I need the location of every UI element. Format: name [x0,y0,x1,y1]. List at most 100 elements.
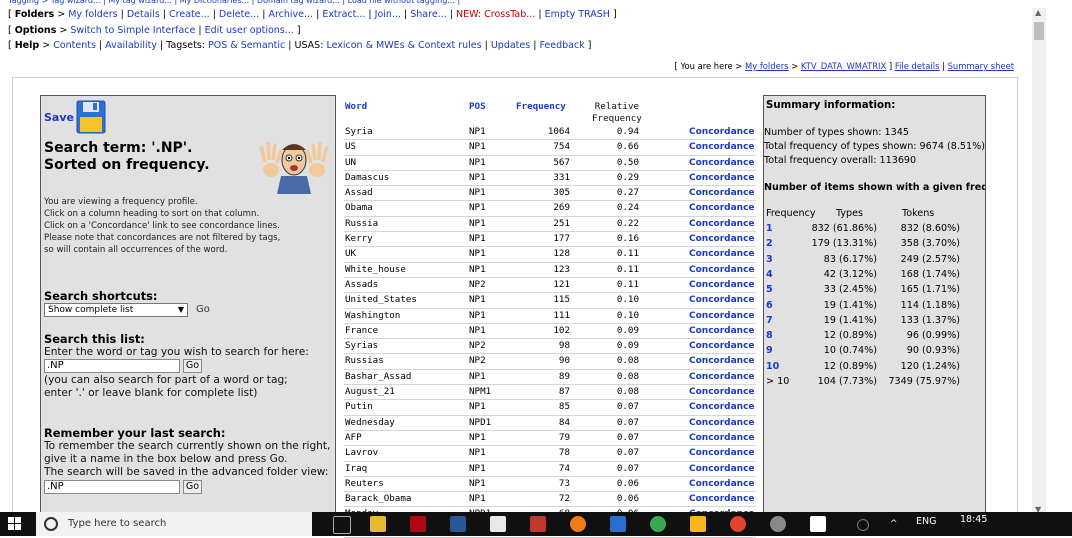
save-link[interactable]: Save [44,111,74,124]
concordance-link[interactable]: Concordance [689,156,755,170]
word-cell: Obama [345,202,373,214]
menu-my-folders[interactable]: My folders [68,9,117,20]
menu-archive[interactable]: Archive... [268,9,313,20]
column-header-word[interactable]: Word [345,101,367,112]
concordance-link[interactable]: Concordance [689,186,755,200]
app-icon[interactable] [770,516,786,532]
concordance-link[interactable]: Concordance [689,247,755,261]
menu-pos-semantic[interactable]: POS & Semantic [208,40,285,51]
concordance-link[interactable]: Concordance [689,278,755,292]
menu-availability[interactable]: Availability [105,40,157,51]
search-list-input[interactable]: .NP [44,359,180,373]
concordance-link[interactable]: Concordance [689,339,755,353]
remember-name-input[interactable]: .NP [44,480,180,494]
taskbar-search-box[interactable]: Type here to search [36,512,312,536]
pos-cell: NP2 [469,355,486,367]
concordance-link[interactable]: Concordance [689,431,755,445]
frequency-link[interactable]: 6 [766,300,773,311]
office-icon[interactable] [530,516,546,532]
language-app-icon[interactable] [690,516,706,532]
word-icon[interactable] [450,516,466,532]
menu-lexicon[interactable]: Lexicon & MWEs & Context rules [326,40,481,51]
frequency-link[interactable]: 4 [766,269,773,280]
photos-icon[interactable] [810,516,826,532]
menu-delete[interactable]: Delete... [219,9,259,20]
menu-empty-trash[interactable]: Empty TRASH [545,9,610,20]
menu-share[interactable]: Share... [410,9,446,20]
concordance-link[interactable]: Concordance [689,370,755,384]
menu-extract[interactable]: Extract... [322,9,365,20]
menu-create[interactable]: Create... [169,9,210,20]
concordance-link[interactable]: Concordance [689,477,755,491]
menu-join[interactable]: Join... [375,9,401,20]
scroll-up-icon[interactable]: ▲ [1035,8,1041,17]
concordance-link[interactable]: Concordance [689,201,755,215]
breadcrumb-folder[interactable]: KTV_DATA_WMATRIX [801,61,886,71]
frequency-cell: 85 [558,401,570,413]
people-icon[interactable] [857,519,869,531]
menu-details[interactable]: Details [127,9,160,20]
clock[interactable]: 18:45 [960,514,987,525]
frequency-cell: 115 [553,294,570,306]
chrome-icon[interactable] [650,516,666,532]
menu-feedback[interactable]: Feedback [539,40,584,51]
frequency-link[interactable]: 7 [766,315,773,326]
frequency-link[interactable]: 2 [766,238,773,249]
summary-total-frequency: Total frequency overall: 113690 [764,155,917,166]
frequency-link[interactable]: 3 [766,254,773,265]
menu-contents[interactable]: Contents [53,40,96,51]
netflix-icon[interactable] [410,516,426,532]
concordance-link[interactable]: Concordance [689,140,755,154]
file-explorer-icon[interactable] [370,516,386,532]
vertical-scrollbar[interactable]: ▲ ▼ [1032,8,1046,514]
concordance-link[interactable]: Concordance [689,324,755,338]
shortcut-select[interactable]: Show complete list ▼ [44,303,188,317]
shortcut-go-button[interactable]: Go [196,304,210,315]
task-view-icon[interactable] [333,516,351,534]
concordance-link[interactable]: Concordance [689,462,755,476]
floppy-disk-icon[interactable] [76,100,106,134]
menu-updates[interactable]: Updates [491,40,530,51]
concordance-link[interactable]: Concordance [689,293,755,307]
breadcrumb-file-details[interactable]: File details [895,61,940,71]
app-b-icon[interactable] [610,516,626,532]
concordance-link[interactable]: Concordance [689,217,755,231]
column-header-pos[interactable]: POS [469,101,486,112]
concordance-link[interactable]: Concordance [689,446,755,460]
concordance-link[interactable]: Concordance [689,171,755,185]
remember-go-button[interactable]: Go [183,480,202,494]
column-header-frequency[interactable]: Frequency [516,101,566,112]
frequency-link[interactable]: 8 [766,330,773,341]
language-indicator[interactable]: ENG [916,516,936,527]
tagging-menu-row[interactable]: Tagging > Tag wizard... | My tag wizard.… [8,0,1028,7]
concordance-link[interactable]: Concordance [689,400,755,414]
store-icon[interactable] [490,516,506,532]
concordance-link[interactable]: Concordance [689,309,755,323]
search-list-go-button[interactable]: Go [183,359,202,373]
chevron-up-icon[interactable]: ^ [890,519,900,529]
frequency-link[interactable]: 5 [766,284,773,295]
breadcrumb-summary-sheet[interactable]: Summary sheet [948,61,1014,71]
breadcrumb-my-folders[interactable]: My folders [745,61,789,71]
frequency-table: Word POS Frequency Relative Frequency Sy… [344,97,756,538]
concordance-link[interactable]: Concordance [689,263,755,277]
menu-crosstab[interactable]: NEW: CrossTab... [456,9,535,20]
firefox-icon[interactable] [570,516,586,532]
menu-simple-interface[interactable]: Switch to Simple Interface [70,25,195,36]
frequency-link[interactable]: 1 [766,223,773,234]
word-cell: White_house [345,263,406,275]
frequency-link[interactable]: 10 [766,361,779,372]
concordance-link[interactable]: Concordance [689,354,755,368]
windows-start-icon[interactable] [8,517,22,531]
chrome-profile-icon[interactable] [730,516,746,532]
concordance-link[interactable]: Concordance [689,232,755,246]
frequency-link[interactable]: 9 [766,345,773,356]
concordance-link[interactable]: Concordance [689,385,755,399]
concordance-link[interactable]: Concordance [689,125,755,139]
column-header-relative-frequency[interactable]: Relative Frequency [592,101,642,125]
concordance-link[interactable]: Concordance [689,416,755,430]
concordance-link[interactable]: Concordance [689,492,755,506]
scrollbar-thumb[interactable] [1034,22,1044,40]
menu-user-options[interactable]: Edit user options... [205,25,294,36]
table-row: Damascus NP1 331 0.29 Concordance [344,171,756,187]
